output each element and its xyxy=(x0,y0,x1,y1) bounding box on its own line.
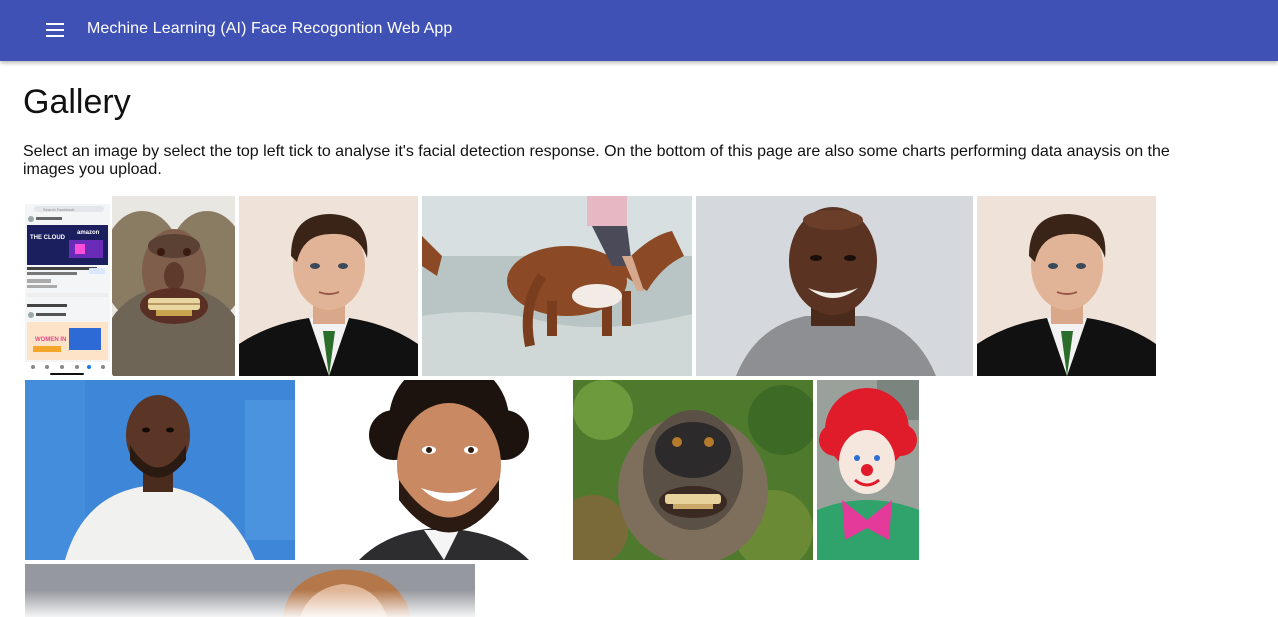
gallery-image-baboon[interactable] xyxy=(112,196,235,376)
phone-banner-title: THE CLOUD xyxy=(30,235,66,241)
gallery-image-smiling-bald-man[interactable] xyxy=(696,196,973,376)
gallery-image-monkey-selfie[interactable] xyxy=(573,380,813,560)
phone-search-text: Search Facebook xyxy=(43,207,74,212)
gallery-image-phone-screenshot[interactable]: Search Facebook THE CLOUD amazon WOMEN I… xyxy=(25,196,110,376)
hamburger-menu-icon[interactable] xyxy=(44,19,66,41)
gallery-image-bearded-man-blue-backdrop[interactable] xyxy=(25,380,295,560)
gallery-image-man-in-suit[interactable] xyxy=(977,196,1156,376)
gallery-image-clown[interactable] xyxy=(817,380,919,560)
gallery-image-horse-in-water[interactable] xyxy=(422,196,692,376)
app-bar: Mechine Learning (AI) Face Recogontion W… xyxy=(0,0,1278,61)
gallery-image-man-grey-backdrop[interactable] xyxy=(25,564,475,617)
gallery-image-curly-haired-man-smiling[interactable] xyxy=(299,380,569,560)
phone-banner-women: WOMEN IN xyxy=(35,337,66,343)
page-description: Select an image by select the top left t… xyxy=(23,143,1170,178)
page-title: Gallery xyxy=(23,83,131,121)
phone-banner-brand: amazon xyxy=(77,230,100,236)
gallery-image-man-in-suit[interactable] xyxy=(239,196,418,376)
app-title: Mechine Learning (AI) Face Recogontion W… xyxy=(87,20,453,37)
